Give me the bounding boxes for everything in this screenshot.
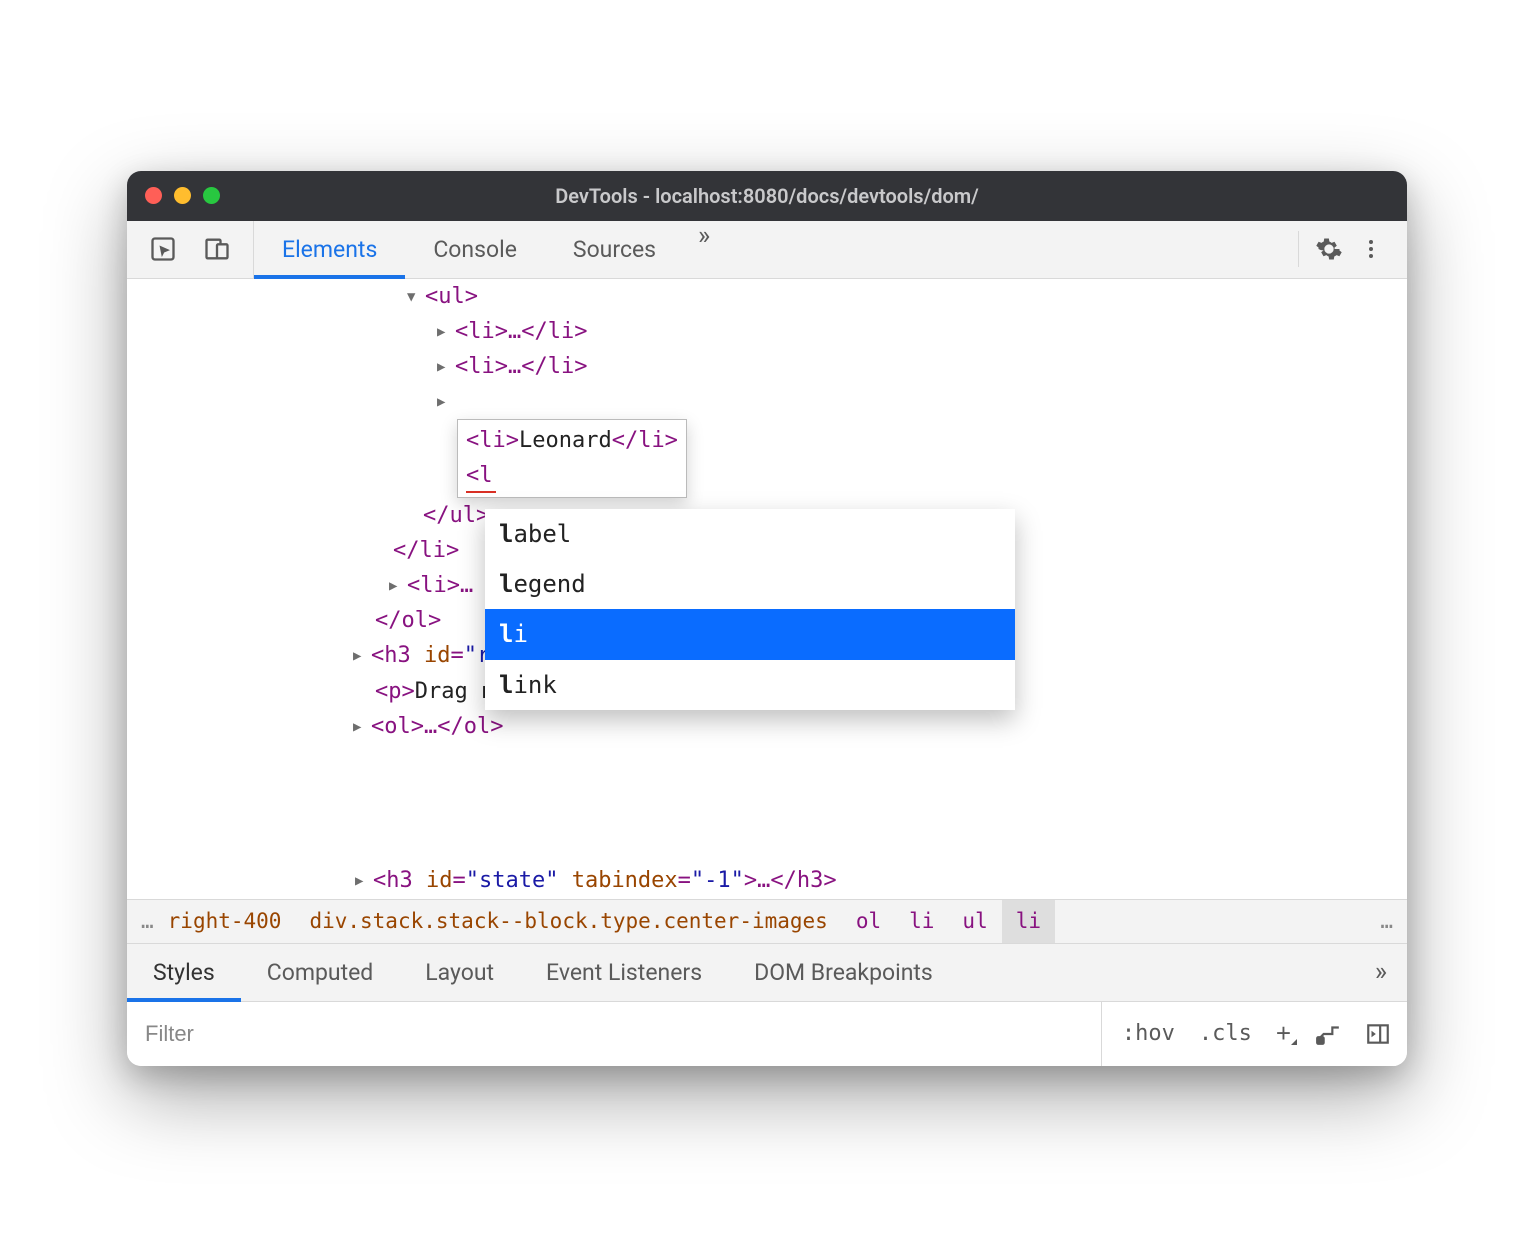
caret-underline — [466, 491, 496, 493]
toolbar-right-group — [1292, 221, 1407, 278]
toggle-hov-button[interactable]: :hov — [1122, 1021, 1175, 1046]
breadcrumb-bar: … right-400 div.stack.stack--block.type.… — [127, 899, 1407, 944]
toolbar-left-group — [127, 221, 254, 278]
edit-html-box[interactable]: <li><li>Leonard</li>Leonard</li> <l — [457, 419, 687, 497]
minimize-window-button[interactable] — [174, 187, 191, 204]
breadcrumb-ul[interactable]: ul — [948, 900, 1001, 943]
settings-icon[interactable] — [1311, 231, 1347, 267]
maximize-window-button[interactable] — [203, 187, 220, 204]
devtools-window: DevTools - localhost:8080/docs/devtools/… — [127, 171, 1407, 1066]
main-tabs: Elements Console Sources » — [254, 221, 724, 278]
main-toolbar: Elements Console Sources » — [127, 221, 1407, 279]
dom-node-li[interactable]: ▶<li>…</li> — [127, 314, 1407, 349]
tab-elements[interactable]: Elements — [254, 221, 405, 278]
computed-sidebar-toggle-icon[interactable] — [1365, 1021, 1391, 1047]
styles-filter-actions: :hov .cls + — [1101, 1002, 1391, 1066]
divider — [1298, 231, 1299, 267]
device-toolbar-icon[interactable] — [199, 231, 235, 267]
dom-node-li[interactable]: ▶<li>…</li> — [127, 349, 1407, 384]
styles-tab-event-listeners[interactable]: Event Listeners — [520, 944, 728, 1001]
tab-sources[interactable]: Sources — [545, 221, 684, 278]
styles-tab-styles[interactable]: Styles — [127, 944, 241, 1001]
close-window-button[interactable] — [145, 187, 162, 204]
autocomplete-popup: label legend li link — [485, 509, 1015, 711]
breadcrumb-overflow-left[interactable]: … — [127, 900, 168, 943]
dom-node-li-editing[interactable]: ▶ — [127, 384, 1407, 419]
breadcrumb-partial[interactable]: right-400 — [168, 900, 296, 943]
styles-tab-computed[interactable]: Computed — [241, 944, 400, 1001]
styles-tabs: Styles Computed Layout Event Listeners D… — [127, 944, 1407, 1002]
autocomplete-item-legend[interactable]: legend — [485, 559, 1015, 609]
inspect-element-icon[interactable] — [145, 231, 181, 267]
dom-node-h3[interactable]: ▶<h3 id="state" tabindex="-1">…</h3> — [127, 863, 847, 898]
styles-filter-bar: :hov .cls + — [127, 1002, 1407, 1066]
window-title: DevTools - localhost:8080/docs/devtools/… — [127, 184, 1407, 208]
paint-flash-icon[interactable] — [1315, 1021, 1341, 1047]
tabs-overflow-icon[interactable]: » — [684, 221, 724, 278]
autocomplete-item-li[interactable]: li — [485, 609, 1015, 659]
window-controls — [145, 187, 220, 204]
styles-tabs-overflow-icon[interactable]: » — [1355, 944, 1407, 1001]
toggle-cls-button[interactable]: .cls — [1199, 1021, 1252, 1046]
titlebar: DevTools - localhost:8080/docs/devtools/… — [127, 171, 1407, 221]
elements-panel[interactable]: ▼<ul> ▶<li>…</li> ▶<li>…</li> ▶ <li><li>… — [127, 279, 1407, 899]
autocomplete-item-link[interactable]: link — [485, 660, 1015, 710]
dom-node-ol[interactable]: ▶<ol>…</ol> — [127, 709, 1407, 744]
breadcrumb-overflow-right[interactable]: … — [1366, 900, 1407, 943]
breadcrumb-li-active[interactable]: li — [1002, 900, 1055, 943]
breadcrumb-li[interactable]: li — [895, 900, 948, 943]
autocomplete-item-label[interactable]: label — [485, 509, 1015, 559]
kebab-menu-icon[interactable] — [1353, 231, 1389, 267]
tab-console[interactable]: Console — [405, 221, 545, 278]
styles-tab-layout[interactable]: Layout — [399, 944, 520, 1001]
styles-tab-dom-breakpoints[interactable]: DOM Breakpoints — [728, 944, 959, 1001]
new-style-rule-button[interactable]: + — [1276, 1018, 1291, 1049]
breadcrumb-div[interactable]: div.stack.stack--block.type.center-image… — [295, 900, 841, 943]
breadcrumb-ol[interactable]: ol — [842, 900, 895, 943]
dom-node-ul[interactable]: ▼<ul> — [127, 279, 1407, 314]
styles-filter-input[interactable] — [127, 1002, 1101, 1066]
